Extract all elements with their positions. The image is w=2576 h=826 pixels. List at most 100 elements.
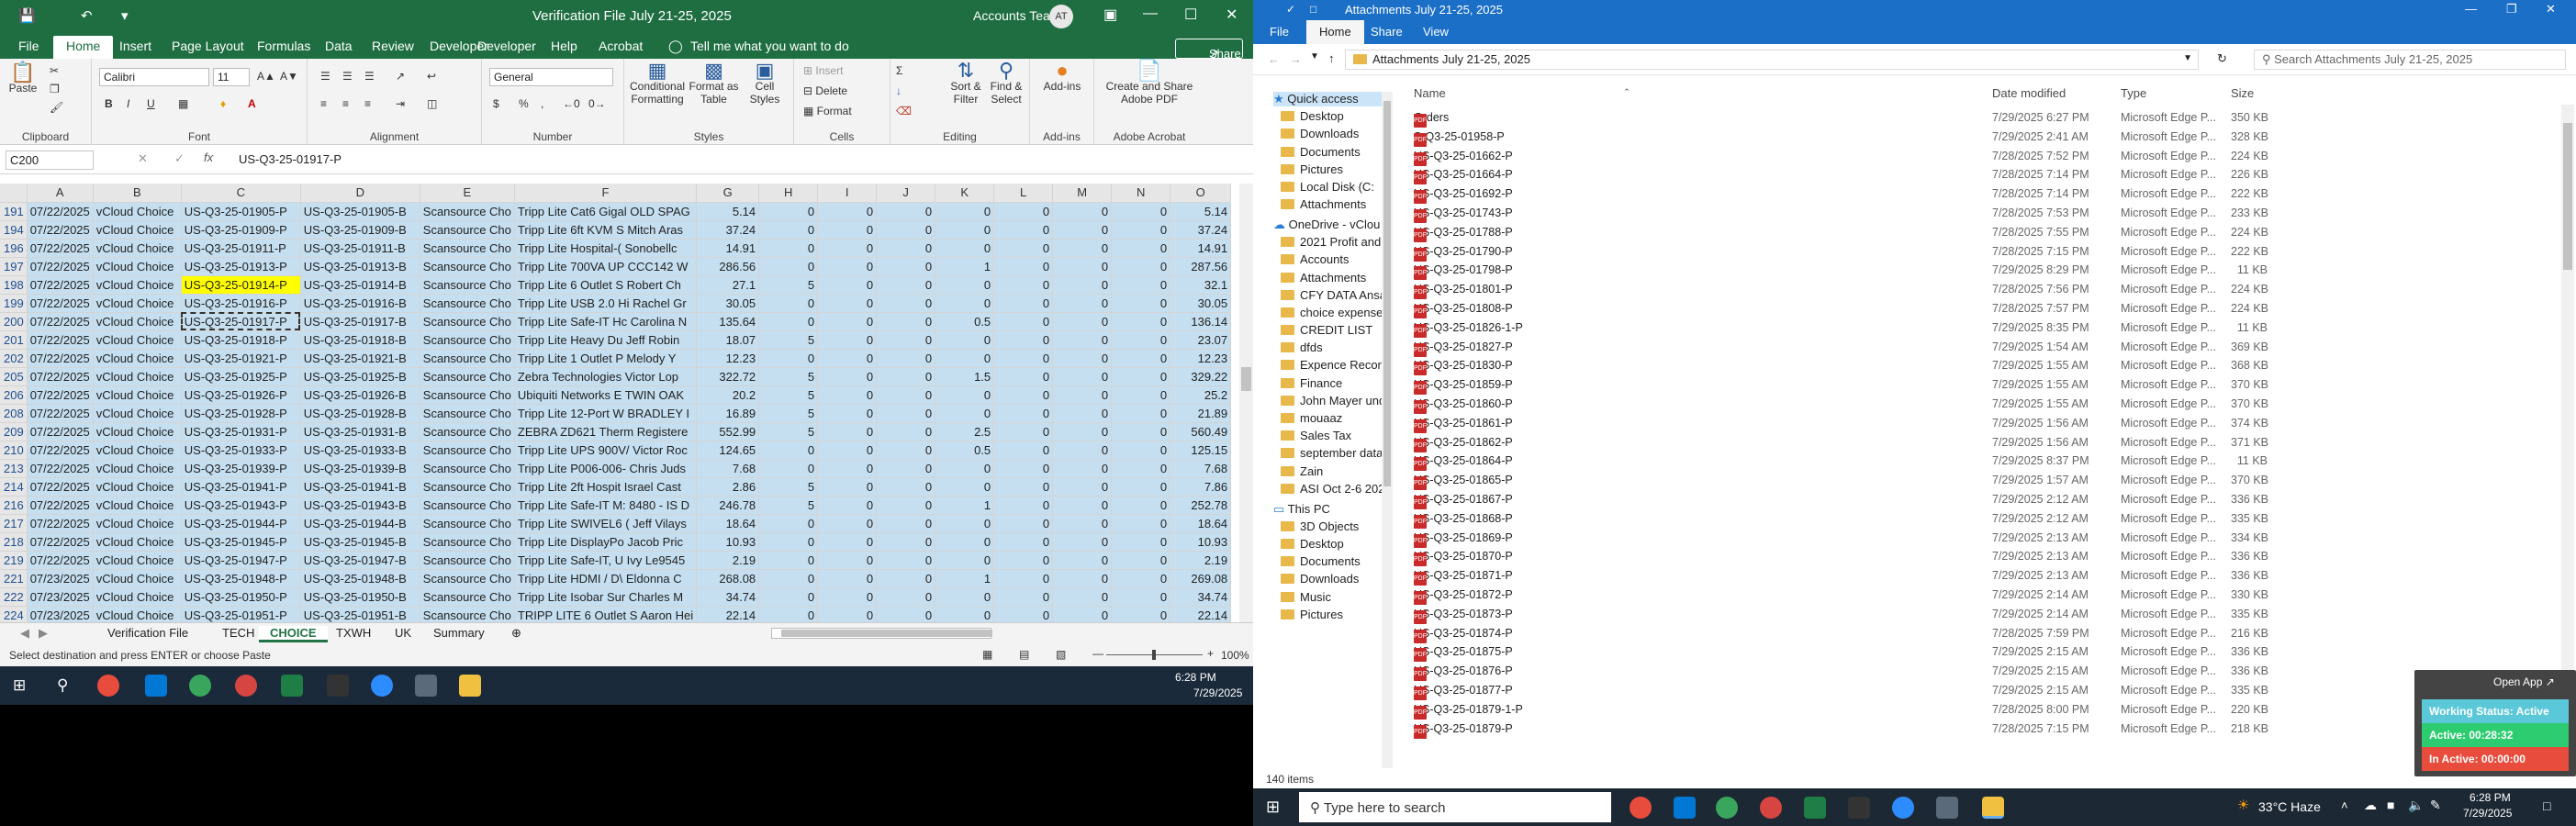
align-middle-icon[interactable]: ☰ [342, 70, 353, 83]
cell[interactable]: vCloud Choice [93, 496, 182, 515]
nav-item[interactable]: Accounts [1281, 252, 1383, 266]
horizontal-scrollbar[interactable] [771, 628, 992, 639]
cell[interactable]: TRIPP LITE 6 Outlet S Aaron Hei [514, 606, 698, 622]
cell[interactable]: 0 [817, 257, 878, 276]
cell[interactable]: vCloud Choice [93, 532, 182, 552]
account-name[interactable]: Accounts Team [973, 8, 1060, 23]
cell[interactable]: 0 [758, 312, 819, 331]
row-header[interactable]: 219 [0, 551, 28, 570]
windows-start-icon[interactable]: ⊞ [13, 676, 26, 695]
cell[interactable]: US-Q3-25-01947-P [181, 551, 301, 570]
nav-item[interactable]: Zain [1281, 464, 1383, 478]
cell[interactable]: Scansource Cho [420, 496, 515, 515]
nav-item[interactable]: John Mayer und [1281, 394, 1383, 407]
cell[interactable]: Tripp Lite Isobar Sur Charles M [514, 587, 698, 607]
cell[interactable]: US-Q3-25-01905-B [300, 202, 420, 221]
row-header[interactable]: 196 [0, 239, 28, 258]
cell[interactable]: US-Q3-25-01914-B [300, 275, 420, 295]
cell[interactable]: Scansource Cho [420, 587, 515, 607]
nav-item[interactable]: 3D Objects [1281, 519, 1383, 533]
cell[interactable]: 5 [758, 477, 819, 497]
cell[interactable]: 0 [876, 257, 936, 276]
cell[interactable]: US-Q3-25-01950-P [181, 587, 301, 607]
format-as-table-button[interactable]: ▩ Format as Table [689, 61, 739, 106]
cell[interactable]: 25.2 [1170, 385, 1232, 405]
list-item[interactable]: PDF US-Q3-25-01808-P 7/28/2025 7:57 PM Micr… [1414, 299, 2424, 318]
row-header[interactable]: 201 [0, 330, 28, 350]
cell[interactable]: Tripp Lite 12-Port W BRADLEY I [514, 404, 698, 423]
cell[interactable]: 135.64 [696, 312, 760, 331]
cell[interactable]: US-Q3-25-01948-P [181, 569, 301, 588]
cell[interactable]: 0 [817, 496, 878, 515]
list-item[interactable]: PDF Orders 7/29/2025 6:27 PM Microsoft Edge… [1414, 108, 2424, 128]
column-header[interactable]: O [1170, 184, 1232, 203]
cell[interactable]: 5 [758, 367, 819, 386]
cell[interactable]: ZEBRA ZD621 Therm Registere [514, 422, 698, 441]
windows-start-icon[interactable]: ⊞ [1266, 798, 1280, 817]
nav-item[interactable]: 2021 Profit and I [1281, 235, 1383, 249]
cell[interactable]: 0 [993, 606, 1054, 622]
cell[interactable]: 136.14 [1170, 312, 1232, 331]
cell[interactable]: US-Q3-25-01917-P [181, 312, 301, 331]
explorer-maximize-icon[interactable]: ❐ [2506, 2, 2517, 17]
cell[interactable]: Scansource Cho [420, 202, 515, 221]
tab-formulas[interactable]: Formulas [257, 39, 310, 53]
cell[interactable]: 0 [817, 220, 878, 240]
cell[interactable]: US-Q3-25-01921-P [181, 349, 301, 368]
indent-icon[interactable]: ⇥ [396, 97, 405, 110]
cell[interactable]: 0 [935, 275, 995, 295]
sheet-tab-summary[interactable]: Summary [422, 626, 496, 640]
cell[interactable]: Scansource Cho [420, 294, 515, 313]
cell[interactable]: 0 [1052, 569, 1113, 588]
cell[interactable]: 0 [1111, 477, 1171, 497]
cell[interactable]: 0 [1052, 257, 1113, 276]
cell[interactable]: 23.07 [1170, 330, 1232, 350]
cell[interactable]: Tripp Lite 2ft Hospit Israel Cast [514, 477, 698, 497]
cell[interactable]: 21.89 [1170, 404, 1232, 423]
cell[interactable]: 0 [1052, 404, 1113, 423]
cell[interactable]: vCloud Choice [93, 239, 182, 258]
cell[interactable]: 2.86 [696, 477, 760, 497]
nav-item[interactable]: Attachments [1281, 197, 1383, 211]
cell[interactable]: 0 [1111, 532, 1171, 552]
cell[interactable]: 0 [993, 422, 1054, 441]
cell[interactable]: 0 [1111, 514, 1171, 533]
cell[interactable]: 0 [876, 220, 936, 240]
cell[interactable]: 0 [876, 312, 936, 331]
list-item[interactable]: PDF US-Q3-25-01873-P 7/29/2025 2:14 AM Micr… [1414, 605, 2424, 624]
nav-item[interactable]: Documents [1281, 145, 1383, 159]
insert-function-icon[interactable]: fx [204, 151, 213, 164]
cell[interactable]: 0 [1052, 422, 1113, 441]
cell[interactable]: Scansource Cho [420, 385, 515, 405]
outlook-icon[interactable] [1674, 797, 1696, 819]
clear-icon[interactable]: ⌫ [896, 105, 912, 117]
explorer-close-icon[interactable]: ✕ [2546, 2, 2556, 17]
tab-review[interactable]: Review [372, 39, 414, 53]
cell[interactable]: 0 [993, 312, 1054, 331]
zoom-out-icon[interactable]: — [1092, 647, 1103, 660]
cell[interactable]: 0 [876, 532, 936, 552]
cell[interactable]: 0 [758, 220, 819, 240]
cell[interactable]: 12.23 [696, 349, 760, 368]
cell[interactable]: Tripp Lite Heavy Du Jeff Robin [514, 330, 698, 350]
taskbar-search-box[interactable]: ⚲ Type here to search [1299, 792, 1611, 822]
list-item[interactable]: PDF US-Q3-25-01864-P 7/29/2025 8:37 PM Micr… [1414, 452, 2424, 472]
back-icon[interactable]: ← [1268, 52, 1280, 66]
create-share-pdf-button[interactable]: 📄 Create and Share Adobe PDF [1099, 61, 1200, 106]
cell[interactable]: Scansource Cho [420, 459, 515, 478]
cell[interactable]: 0 [1052, 441, 1113, 460]
cell[interactable]: 0 [876, 477, 936, 497]
cell[interactable]: 0 [993, 441, 1054, 460]
cell[interactable]: 0 [993, 239, 1054, 258]
cell[interactable]: Tripp Lite USB 2.0 Hi Rachel Gr [514, 294, 698, 313]
cell[interactable]: 0 [993, 514, 1054, 533]
shrink-font-icon[interactable]: A▼ [280, 70, 298, 83]
list-item[interactable]: PDF US-Q3-25-01868-P 7/29/2025 2:12 AM Micr… [1414, 509, 2424, 529]
cell[interactable]: vCloud Choice [93, 330, 182, 350]
close-icon[interactable]: ✕ [1226, 6, 1238, 24]
cell[interactable]: 0 [876, 441, 936, 460]
cell[interactable]: Scansource Cho [420, 257, 515, 276]
cell[interactable]: 07/22/2025 [27, 367, 94, 386]
cell[interactable]: 0 [817, 587, 878, 607]
font-name-select[interactable]: Calibri [99, 68, 209, 86]
